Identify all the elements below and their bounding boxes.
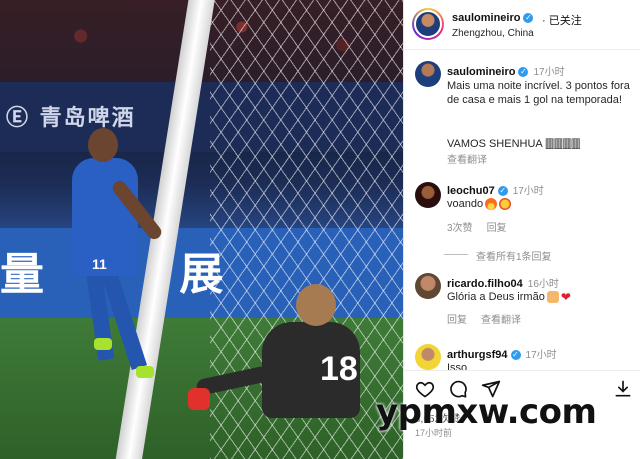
verified-icon: ✓ [518, 67, 529, 78]
translate-link[interactable]: 查看翻译 [481, 315, 521, 326]
ad-banner-top-text: Ⓔ 青岛啤酒 [6, 106, 136, 131]
striker-boot [136, 366, 154, 378]
verified-icon: ✓ [510, 350, 521, 361]
caption-time: 17小时 [533, 67, 565, 78]
replies-divider [444, 254, 468, 255]
goalkeeper-number: 18 [320, 350, 358, 388]
caption-avatar[interactable] [415, 61, 441, 87]
post-photo[interactable]: Ⓔ 青岛啤酒 量 展 11 18 [0, 0, 403, 459]
fire-emoji-icon [485, 198, 498, 211]
comment-likes[interactable]: 3次赞 [447, 223, 473, 234]
verified-icon: ✓ [523, 13, 534, 24]
comment-text: voando [447, 197, 512, 211]
hot-face-emoji-icon [499, 198, 512, 211]
view-all-replies-link[interactable]: 查看所有1条回复 [476, 248, 552, 263]
comment-username[interactable]: ricardo.filho04 16小时 [447, 275, 559, 290]
comment-avatar[interactable] [415, 344, 441, 370]
post-header: saulomineiro ✓ · 已关注 Zhengzhou, China [404, 0, 640, 50]
striker-head [88, 128, 118, 162]
caption-text: Mais uma noite incrível. 3 pontos fora d… [447, 80, 630, 106]
comment-username[interactable]: leochu07 ✓ 17小时 [447, 182, 544, 197]
reply-button[interactable]: 回复 [447, 315, 467, 326]
comment-meta: 回复 查看翻译 [447, 311, 535, 326]
comment-meta: 3次赞 回复 [447, 219, 521, 234]
post-sidebar: saulomineiro ✓ · 已关注 Zhengzhou, China sau… [403, 0, 640, 459]
header-username[interactable]: saulomineiro ✓ [452, 12, 534, 24]
caption-username[interactable]: saulomineiro ✓ 17小时 [447, 63, 565, 78]
comment-avatar[interactable] [415, 182, 441, 208]
header-location[interactable]: Zhengzhou, China [452, 28, 534, 39]
pray-emoji-icon [546, 291, 559, 304]
caption-text-2: VAMOS SHENHUA 🀫🀫🀫🀫 [447, 138, 581, 150]
watermark-text: ypmxw.com [376, 392, 597, 432]
comment-avatar[interactable] [415, 273, 441, 299]
follow-state[interactable]: · 已关注 [542, 12, 582, 28]
verified-icon: ✓ [497, 186, 508, 197]
save-icon[interactable] [613, 379, 633, 399]
striker-number: 11 [92, 256, 107, 272]
striker-boot [94, 338, 112, 350]
comment-text: Glória a Deus irmão ❤ [447, 290, 571, 305]
caption-translate-link[interactable]: 查看翻译 [447, 151, 487, 166]
comment-username[interactable]: arthurgsf94 ✓ 17小时 [447, 346, 557, 361]
heart-emoji-icon: ❤ [560, 290, 571, 305]
reply-button[interactable]: 回复 [487, 223, 507, 234]
keeper-glove [188, 388, 210, 410]
header-avatar[interactable] [412, 8, 444, 40]
goalkeeper-head [296, 284, 336, 326]
